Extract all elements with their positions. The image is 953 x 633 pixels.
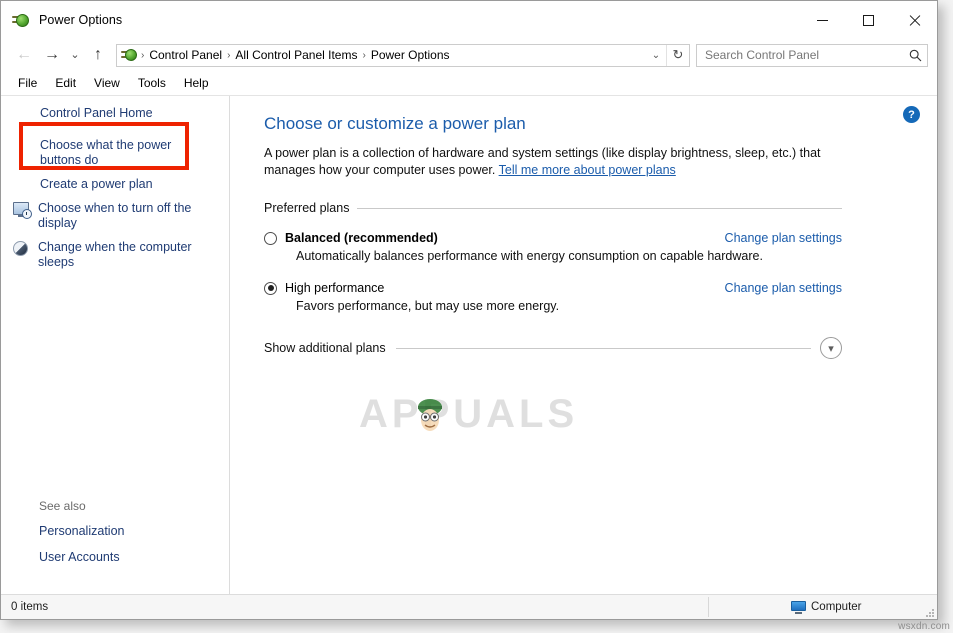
preferred-plans-header: Preferred plans	[264, 201, 842, 215]
see-also-personalization[interactable]: Personalization	[39, 522, 219, 541]
menu-edit[interactable]: Edit	[46, 73, 85, 93]
address-bar[interactable]: › Control Panel › All Control Panel Item…	[116, 44, 690, 67]
power-plan-row[interactable]: High performance Change plan settings	[264, 281, 842, 295]
power-options-window: Power Options ← → ⌄ ↑ ›	[0, 0, 938, 620]
resize-grip[interactable]	[924, 607, 934, 617]
change-plan-settings-balanced[interactable]: Change plan settings	[725, 231, 842, 245]
power-plan-name: High performance	[285, 281, 384, 295]
forward-button[interactable]: →	[38, 42, 66, 68]
menu-view[interactable]: View	[85, 73, 129, 93]
status-bar: 0 items Computer	[1, 594, 937, 619]
screenshot-root: Power Options ← → ⌄ ↑ ›	[0, 0, 953, 633]
search-box[interactable]: Search Control Panel	[696, 44, 928, 67]
sidebar-item-choose-power-buttons[interactable]: Choose what the power buttons do	[1, 138, 229, 170]
menu-help[interactable]: Help	[175, 73, 218, 93]
status-location: Computer	[791, 601, 862, 614]
breadcrumb-separator[interactable]: ›	[225, 50, 232, 61]
menu-tools[interactable]: Tools	[129, 73, 175, 93]
change-plan-settings-high-performance[interactable]: Change plan settings	[725, 281, 842, 295]
power-plan-description: Automatically balances performance with …	[296, 249, 842, 263]
sidebar-item-computer-sleeps[interactable]: Change when the computer sleeps	[1, 240, 229, 272]
see-also-section: See also Personalization User Accounts	[39, 499, 219, 574]
chevron-down-icon[interactable]: ▾	[820, 337, 842, 359]
power-plan-balanced: Balanced (recommended) Change plan setti…	[264, 231, 842, 263]
preferred-plans-label: Preferred plans	[264, 201, 357, 215]
page-title: Choose or customize a power plan	[264, 114, 937, 134]
section-divider	[396, 348, 811, 349]
search-icon[interactable]	[903, 49, 927, 62]
power-plug-icon	[12, 11, 30, 29]
power-plan-high-performance: High performance Change plan settings Fa…	[264, 281, 842, 313]
chevron-down-icon[interactable]: ⌄	[646, 50, 666, 61]
sidebar-item-label: Control Panel Home	[40, 106, 153, 123]
status-location-label: Computer	[811, 601, 862, 613]
moon-icon	[13, 240, 31, 258]
main-content: ? Choose or customize a power plan A pow…	[230, 96, 937, 594]
maximize-button[interactable]	[845, 1, 891, 39]
search-input[interactable]: Search Control Panel	[697, 48, 903, 62]
up-button[interactable]: ↑	[84, 42, 112, 68]
breadcrumb-all-items[interactable]: All Control Panel Items	[232, 48, 360, 62]
recent-locations-icon[interactable]: ⌄	[66, 42, 84, 68]
status-item-count: 0 items	[1, 601, 48, 613]
monitor-icon	[791, 601, 806, 614]
sidebar: Control Panel Home Choose what the power…	[1, 96, 230, 594]
menu-bar: File Edit View Tools Help	[1, 71, 937, 96]
sidebar-item-label: Choose what the power buttons do	[40, 138, 190, 170]
sidebar-item-label: Create a power plan	[40, 177, 153, 194]
show-additional-plans-row: Show additional plans ▾	[264, 337, 842, 359]
see-also-title: See also	[39, 499, 219, 513]
menu-file[interactable]: File	[9, 73, 46, 93]
refresh-icon[interactable]: ↻	[666, 45, 689, 66]
back-button[interactable]: ←	[10, 42, 38, 68]
title-bar: Power Options	[1, 1, 937, 39]
radio-balanced[interactable]	[264, 232, 277, 245]
see-also-user-accounts[interactable]: User Accounts	[39, 548, 219, 567]
status-divider	[708, 597, 709, 617]
help-icon[interactable]: ?	[903, 106, 920, 123]
section-divider	[357, 208, 842, 209]
radio-high-performance[interactable]	[264, 282, 277, 295]
breadcrumb-control-panel[interactable]: Control Panel	[146, 48, 225, 62]
breadcrumb-power-options[interactable]: Power Options	[368, 48, 453, 62]
window-body: Control Panel Home Choose what the power…	[1, 96, 937, 594]
power-plan-name: Balanced (recommended)	[285, 231, 438, 245]
display-clock-icon	[13, 201, 31, 219]
address-power-plug-icon	[121, 47, 137, 63]
power-plan-row[interactable]: Balanced (recommended) Change plan setti…	[264, 231, 842, 245]
breadcrumb-separator[interactable]: ›	[360, 50, 367, 61]
power-plan-description: Favors performance, but may use more ene…	[296, 299, 842, 313]
sidebar-item-create-power-plan[interactable]: Create a power plan	[1, 177, 229, 194]
sidebar-item-label: Change when the computer sleeps	[38, 240, 198, 272]
sidebar-item-control-panel-home[interactable]: Control Panel Home	[1, 106, 229, 123]
site-watermark: wsxdn.com	[898, 621, 950, 632]
tell-me-more-link[interactable]: Tell me more about power plans	[499, 163, 676, 177]
sidebar-item-label: Choose when to turn off the display	[38, 201, 198, 233]
window-controls	[799, 1, 937, 39]
page-description: A power plan is a collection of hardware…	[264, 145, 842, 179]
minimize-button[interactable]	[799, 1, 845, 39]
close-button[interactable]	[891, 1, 937, 39]
window-title: Power Options	[39, 13, 122, 27]
breadcrumb-separator: ›	[139, 50, 146, 61]
navigation-bar: ← → ⌄ ↑ › Control Panel › All Control Pa…	[1, 39, 937, 71]
show-additional-plans-label: Show additional plans	[264, 341, 396, 355]
sidebar-item-turn-off-display[interactable]: Choose when to turn off the display	[1, 201, 229, 233]
